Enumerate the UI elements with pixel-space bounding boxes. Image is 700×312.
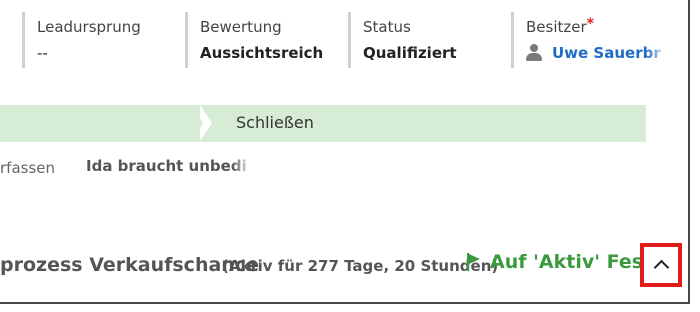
stage-schliessen[interactable]: Schließen — [236, 113, 314, 132]
field-label: Bewertung — [200, 18, 282, 36]
stage-arrow — [192, 105, 203, 141]
chevron-up-icon — [653, 259, 669, 275]
field-label: Besitzer* — [526, 16, 594, 36]
field-divider — [22, 12, 25, 68]
field-value: Aussichtsreich — [200, 44, 324, 62]
field-label: Status — [363, 18, 411, 36]
step-label-partial: rfassen — [0, 159, 56, 177]
field-leadursprung[interactable]: Leadursprung -- — [22, 12, 172, 70]
step-value[interactable]: Ida braucht unbedingt — [86, 157, 248, 175]
field-divider — [185, 12, 188, 68]
flag-icon — [467, 253, 481, 271]
person-icon — [526, 44, 542, 62]
process-duration: (Aktiv für 277 Tage, 20 Stunden) — [222, 257, 499, 275]
field-value: Qualifiziert — [363, 44, 457, 62]
owner-lookup[interactable]: Uwe Sauerbr — [526, 44, 668, 62]
field-status[interactable]: Status Qualifiziert — [348, 12, 498, 70]
field-divider — [348, 12, 351, 68]
field-value: -- — [37, 44, 48, 62]
field-divider — [511, 12, 514, 68]
collapse-button[interactable] — [640, 243, 682, 287]
field-bewertung[interactable]: Bewertung Aussichtsreich — [185, 12, 335, 70]
field-label: Leadursprung — [37, 18, 141, 36]
text-fade — [232, 155, 252, 177]
form-frame: Leadursprung -- Bewertung Aussichtsreich… — [0, 0, 690, 304]
field-besitzer[interactable]: Besitzer* Uwe Sauerbr — [511, 12, 681, 70]
owner-link[interactable]: Uwe Sauerbr — [552, 44, 661, 62]
required-asterisk: * — [586, 16, 594, 32]
field-label-text: Besitzer — [526, 18, 587, 36]
text-fade — [646, 44, 668, 62]
set-active-button[interactable]: Auf 'Aktiv' Fes... — [490, 251, 665, 273]
process-title: prozess Verkaufschance — [0, 254, 259, 276]
process-stage-bar[interactable] — [0, 105, 646, 142]
